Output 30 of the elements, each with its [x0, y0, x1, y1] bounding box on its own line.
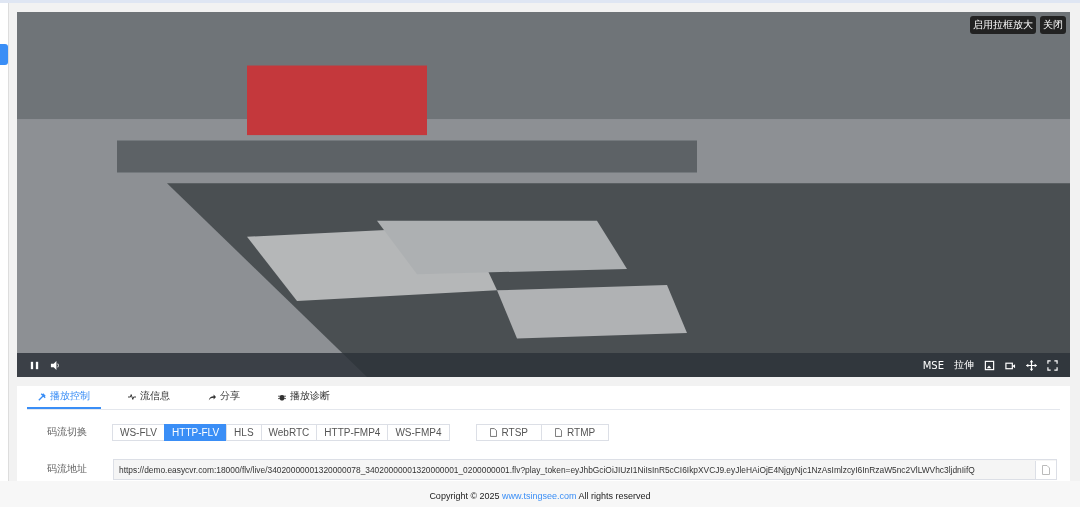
fullscreen-icon[interactable]: [1047, 359, 1058, 371]
move-icon[interactable]: [1026, 359, 1037, 371]
tab[interactable]: 播放控制: [27, 386, 101, 409]
image-icon[interactable]: [984, 359, 995, 371]
format-button[interactable]: WS-FLV: [112, 424, 166, 441]
tab[interactable]: 分享: [197, 386, 251, 409]
field-label: 码流切换: [46, 426, 88, 439]
overlay-button[interactable]: 关闭: [1040, 16, 1066, 34]
copy-button[interactable]: RTMP: [541, 424, 610, 441]
decoder-label[interactable]: MSE: [922, 359, 944, 371]
field-label: 码流地址: [46, 463, 88, 476]
pause-icon[interactable]: [29, 359, 40, 371]
format-button[interactable]: HTTP-FMP4: [316, 424, 389, 441]
tab[interactable]: 流信息: [117, 386, 181, 409]
document-icon: [555, 428, 563, 437]
format-button[interactable]: WS-FMP4: [387, 424, 450, 441]
overlay-button[interactable]: 启用拉框放大: [970, 16, 1036, 34]
pulse-icon: [128, 392, 136, 401]
tab[interactable]: 播放诊断: [267, 386, 341, 409]
copyright-text: Copyright © 2025 www.tsingsee.com All rights reserved: [429, 491, 651, 501]
share-icon: [208, 392, 216, 401]
format-button[interactable]: HLS: [226, 424, 262, 441]
copy-button[interactable]: RTSP: [475, 424, 543, 441]
stretch-toggle[interactable]: 拉伸: [954, 358, 974, 372]
bug-icon: [278, 392, 286, 401]
volume-icon[interactable]: [50, 359, 61, 371]
document-icon: [489, 428, 497, 437]
tools-icon: [38, 392, 46, 401]
format-button[interactable]: WebRTC: [260, 424, 318, 441]
url-field[interactable]: https://demo.easycvr.com:18000/flv/live/34020000001320000078_34020000001320000001_0200000001.flv?play_token=eyJhbGciOiJIUzI1NiIsInR5cCI6IkpXVCJ9.eyJleHAiOjE4NjgyNjc1NzAsImlzcyI6InRzaW5nc2VlLWVhc3ljdnIifQ: [113, 459, 1057, 480]
